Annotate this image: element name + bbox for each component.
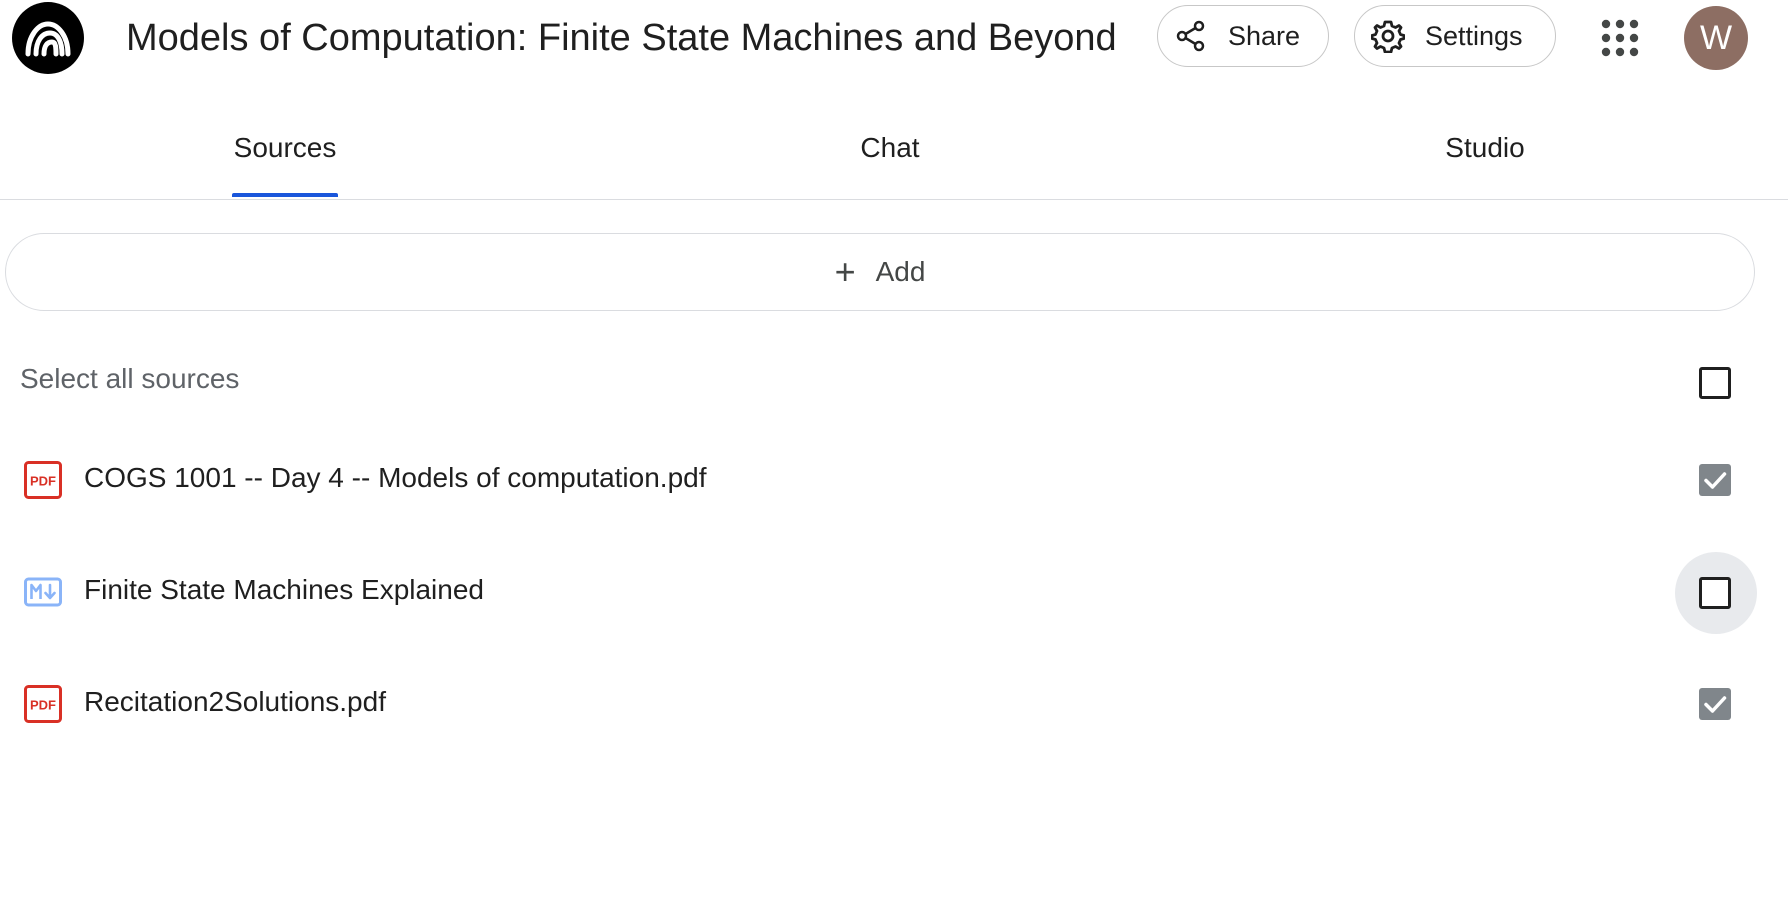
source-title: COGS 1001 -- Day 4 -- Models of computat… <box>84 462 707 493</box>
source-title: Recitation2Solutions.pdf <box>84 686 386 717</box>
markdown-icon <box>24 573 62 611</box>
apps-grid-icon[interactable] <box>1600 18 1640 58</box>
app-logo[interactable] <box>12 2 84 74</box>
check-icon <box>1704 472 1727 489</box>
app-header: Models of Computation: Finite State Mach… <box>0 0 1788 76</box>
source-item[interactable]: PDF Recitation2Solutions.pdf <box>0 664 1788 744</box>
check-icon <box>1704 696 1727 713</box>
active-tab-indicator <box>232 193 338 197</box>
pdf-icon: PDF <box>24 461 62 499</box>
share-label: Share <box>1228 20 1301 51</box>
svg-text:PDF: PDF <box>30 474 56 489</box>
gear-icon <box>1371 19 1405 53</box>
source-item[interactable]: Finite State Machines Explained <box>0 552 1788 632</box>
logo-icon <box>25 21 71 57</box>
source-title: Finite State Machines Explained <box>84 574 484 605</box>
tab-chat[interactable]: Chat <box>830 132 950 164</box>
share-button[interactable]: Share <box>1157 5 1329 67</box>
source-checkbox[interactable] <box>1699 577 1731 609</box>
settings-button[interactable]: Settings <box>1354 5 1556 67</box>
tab-bar: Sources Chat Studio <box>0 100 1788 200</box>
avatar[interactable]: W <box>1684 6 1748 70</box>
notebook-title[interactable]: Models of Computation: Finite State Mach… <box>126 12 1134 64</box>
source-item[interactable]: PDF COGS 1001 -- Day 4 -- Models of comp… <box>0 440 1788 520</box>
add-source-button[interactable]: + Add <box>5 233 1755 311</box>
tab-studio[interactable]: Studio <box>1420 132 1550 164</box>
tab-sources[interactable]: Sources <box>232 132 338 164</box>
pdf-icon: PDF <box>24 685 62 723</box>
select-all-checkbox[interactable] <box>1699 367 1731 399</box>
avatar-initial: W <box>1699 18 1733 57</box>
add-label: Add <box>875 256 926 287</box>
settings-label: Settings <box>1425 20 1523 51</box>
source-checkbox[interactable] <box>1699 464 1731 496</box>
svg-text:PDF: PDF <box>30 698 56 713</box>
plus-icon: + <box>834 251 856 292</box>
source-checkbox[interactable] <box>1699 688 1731 720</box>
select-all-label: Select all sources <box>20 363 240 394</box>
share-icon <box>1174 19 1208 53</box>
